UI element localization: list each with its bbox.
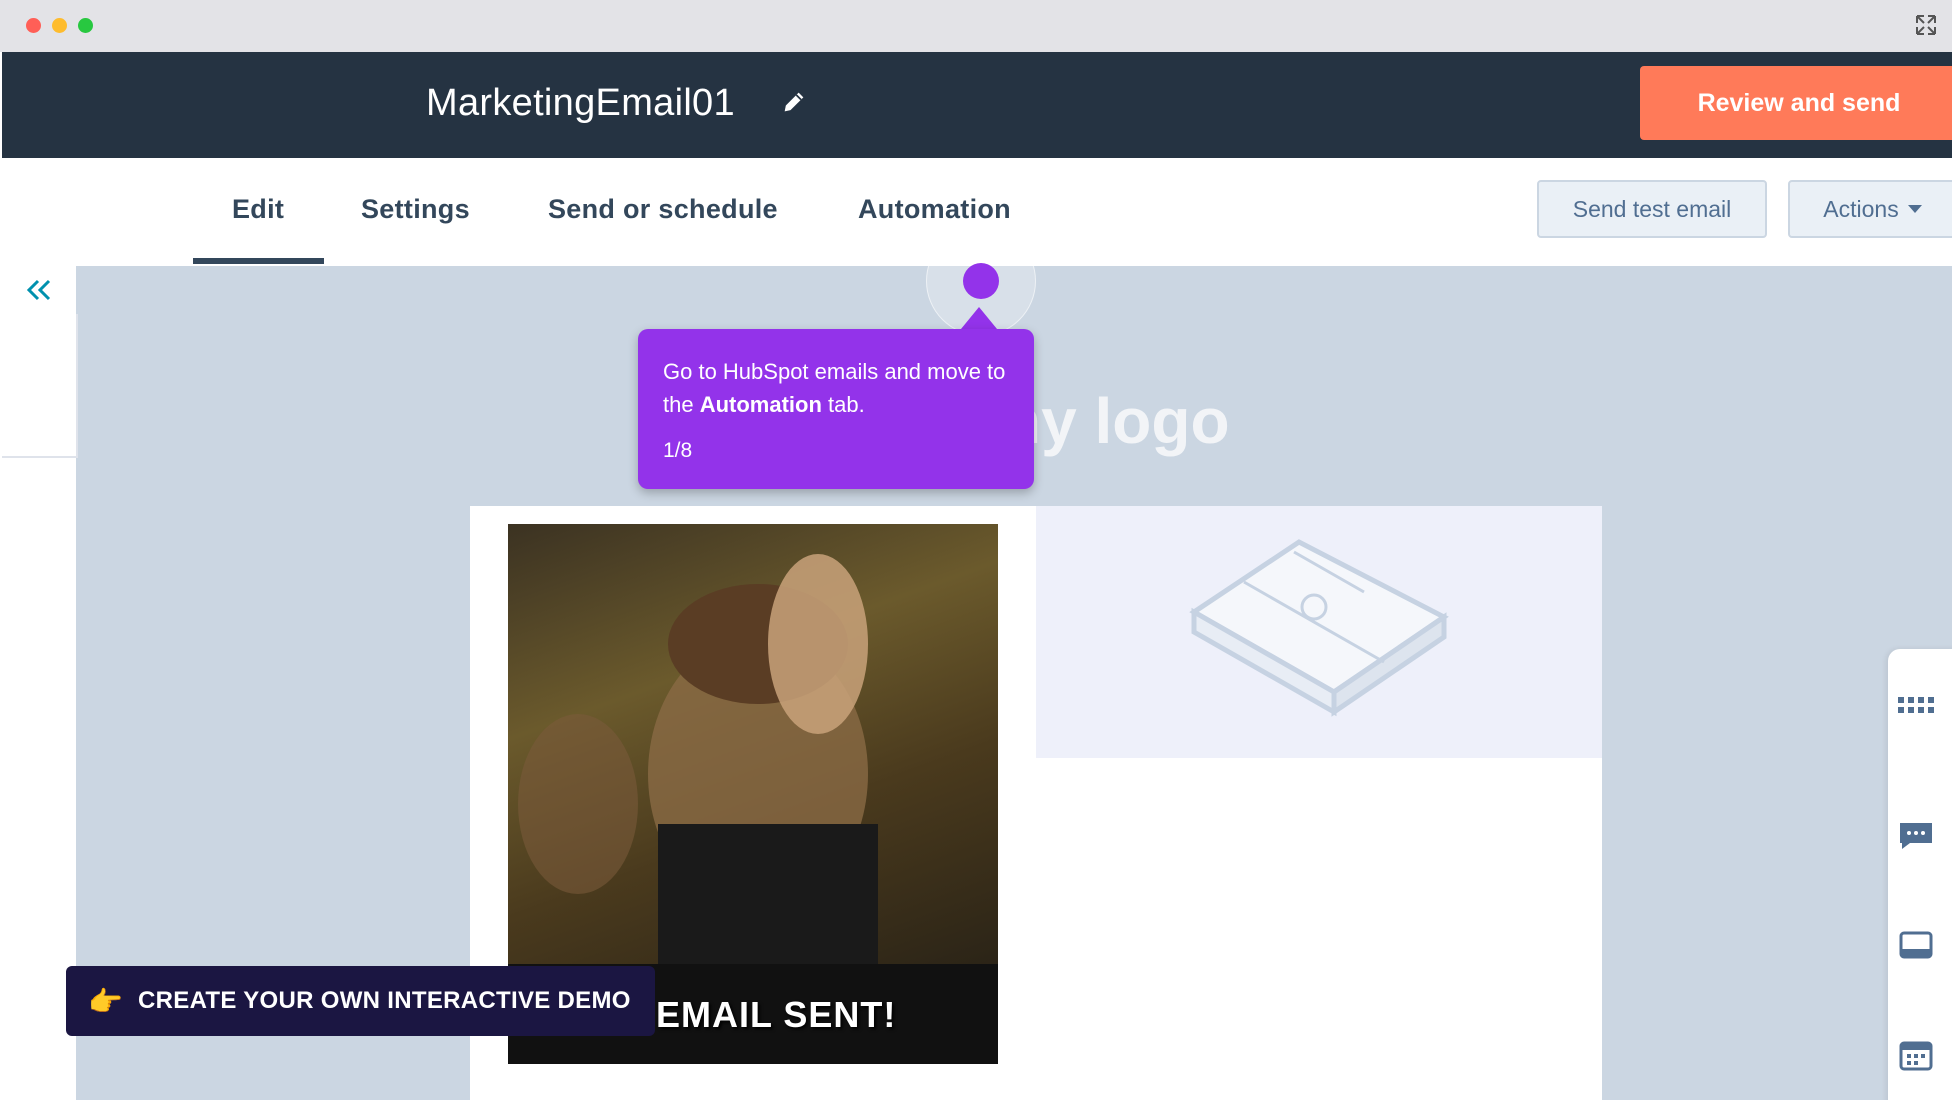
tooltip-text: Go to HubSpot emails and move to the Aut…	[663, 359, 1006, 417]
double-chevron-left-icon	[26, 279, 51, 301]
right-toolbar	[1888, 649, 1952, 1100]
app-frame: MarketingEmail01 Review and send Edit Se…	[2, 52, 1952, 1100]
email-title[interactable]: MarketingEmail01	[426, 82, 735, 125]
tour-hotspot[interactable]	[963, 263, 999, 299]
pencil-icon[interactable]	[780, 88, 808, 116]
tab-edit[interactable]: Edit	[232, 194, 284, 225]
caret-down-icon	[1907, 205, 1922, 213]
tab-settings[interactable]: Settings	[361, 194, 470, 225]
send-test-email-button[interactable]: Send test email	[1537, 180, 1767, 238]
send-test-email-label: Send test email	[1572, 195, 1732, 222]
tab-send-or-schedule[interactable]: Send or schedule	[548, 194, 778, 225]
active-tab-indicator	[193, 258, 324, 264]
create-demo-label: CREATE YOUR OWN INTERACTIVE DEMO	[138, 987, 631, 1014]
actions-label: Actions	[1823, 195, 1899, 222]
image-placeholder-panel[interactable]	[1036, 506, 1602, 758]
chat-icon[interactable]	[1896, 817, 1936, 853]
pointing-hand-icon: 👉	[88, 985, 123, 1017]
grid-icon[interactable]	[1896, 687, 1936, 723]
tab-automation[interactable]: Automation	[858, 194, 1011, 225]
tour-step-counter: 1/8	[663, 439, 693, 462]
collapse-sidebar-button[interactable]	[2, 266, 76, 315]
top-header: MarketingEmail01 Review and send	[2, 52, 1952, 158]
calendar-icon[interactable]	[1896, 1037, 1936, 1073]
gift-box-icon	[1189, 539, 1449, 717]
create-demo-banner[interactable]: 👉 CREATE YOUR OWN INTERACTIVE DEMO	[66, 966, 655, 1036]
review-and-send-button[interactable]: Review and send	[1640, 66, 1952, 140]
zoom-window-button[interactable]	[78, 18, 93, 33]
window-icon[interactable]	[1896, 927, 1936, 963]
minimize-window-button[interactable]	[52, 18, 67, 33]
expand-icon[interactable]	[1914, 13, 1938, 37]
actions-dropdown[interactable]: Actions	[1788, 180, 1952, 238]
window-titlebar	[0, 0, 1952, 52]
tour-tooltip[interactable]: Go to HubSpot emails and move to the Aut…	[638, 329, 1034, 489]
sidebar-panel	[2, 314, 78, 458]
tooltip-bold-text: Automation	[699, 392, 822, 417]
logo-placeholder-text: ny logo	[1002, 385, 1230, 457]
tooltip-arrow	[961, 307, 997, 329]
close-window-button[interactable]	[26, 18, 41, 33]
gif-caption: EMAIL SENT!	[656, 994, 897, 1035]
